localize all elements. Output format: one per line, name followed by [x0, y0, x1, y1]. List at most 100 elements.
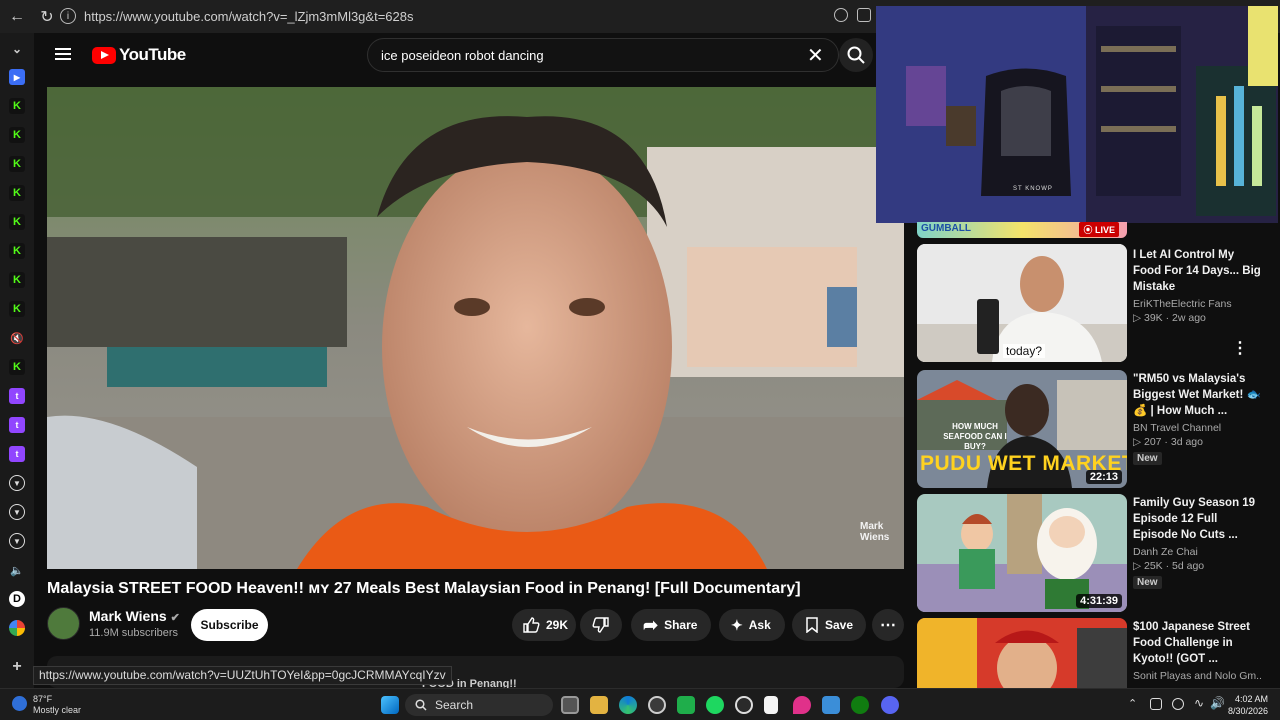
- weather-icon: [12, 696, 27, 711]
- live-video-strip[interactable]: GUMBALL ⦿ LIVE: [917, 222, 1127, 238]
- recommendation-thumbnail[interactable]: today?: [917, 244, 1127, 362]
- tray-app-icon[interactable]: [1172, 698, 1184, 710]
- thumbs-down-icon: [592, 617, 609, 633]
- sheets-icon[interactable]: [677, 696, 695, 714]
- kick-icon[interactable]: K: [9, 301, 25, 317]
- channel-avatar[interactable]: [47, 607, 80, 640]
- photos-icon[interactable]: [822, 696, 840, 714]
- tab-circle-icon[interactable]: ▼: [9, 475, 25, 491]
- address-bar[interactable]: i https://www.youtube.com/watch?v=_lZjm3…: [60, 5, 840, 27]
- thumbnail-subtitle: HOW MUCH SEAFOOD CAN I BUY?: [943, 422, 1007, 451]
- spotify-icon[interactable]: [706, 696, 724, 714]
- chair-text: ST KNOWP: [1013, 186, 1053, 192]
- video-duration: 22:13: [1085, 470, 1122, 484]
- recommendation-channel: Sonit Playas and Nolo Gm...: [1133, 670, 1261, 682]
- muted-speaker-icon[interactable]: 🔇: [9, 330, 25, 346]
- tab-circle-icon[interactable]: ▼: [9, 504, 25, 520]
- tray-chevron-icon[interactable]: ⌃: [1128, 697, 1137, 710]
- recommendation-title: Family Guy Season 19 Episode 12 Full Epi…: [1133, 497, 1256, 541]
- clear-search-icon[interactable]: ✕: [807, 43, 824, 68]
- channel-name-text: Mark Wiens: [89, 608, 167, 624]
- google-icon[interactable]: [9, 620, 25, 636]
- search-button[interactable]: [839, 38, 873, 72]
- task-view-icon[interactable]: [561, 696, 579, 714]
- system-clock[interactable]: 4:02 AM 8/30/2026: [1228, 693, 1268, 717]
- settings-icon[interactable]: [735, 696, 753, 714]
- recommendation-thumbnail[interactable]: [917, 618, 1127, 688]
- ask-button[interactable]: ✦ Ask: [719, 609, 785, 641]
- address-bar-url: https://www.youtube.com/watch?v=_lZjm3mM…: [84, 8, 414, 24]
- kick-icon[interactable]: K: [9, 359, 25, 375]
- chevron-down-icon[interactable]: ⌄: [9, 41, 25, 57]
- dislike-button[interactable]: [580, 609, 622, 641]
- youtube-logo-text: YouTube: [119, 45, 186, 64]
- tray-app-icon[interactable]: [1150, 698, 1162, 710]
- volume-icon[interactable]: 🔊: [1210, 696, 1225, 710]
- notification-bell-icon[interactable]: [834, 8, 848, 22]
- windows-start-icon[interactable]: [381, 696, 399, 714]
- save-button[interactable]: Save: [792, 609, 866, 641]
- taskbar-search[interactable]: Search: [405, 694, 553, 716]
- kick-icon[interactable]: K: [9, 156, 25, 172]
- search-input[interactable]: ice poseideon robot dancing: [367, 38, 839, 72]
- recommendation-channel: Danh Ze Chai: [1133, 546, 1198, 558]
- kick-icon[interactable]: K: [9, 127, 25, 143]
- chatgpt-icon[interactable]: [648, 696, 666, 714]
- share-icon: ➦: [643, 614, 659, 635]
- recommendation-info[interactable]: Family Guy Season 19 Episode 12 Full Epi…: [1133, 495, 1261, 590]
- file-explorer-icon[interactable]: [590, 696, 608, 714]
- add-tab-icon[interactable]: +: [9, 658, 25, 675]
- extensions-icon[interactable]: [857, 8, 871, 22]
- back-arrow-icon[interactable]: ←: [4, 4, 30, 30]
- recommendation-channel: EriKTheElectric Fans: [1133, 298, 1232, 310]
- like-count: 29K: [546, 618, 569, 632]
- kick-icon[interactable]: K: [9, 185, 25, 201]
- twitch-icon[interactable]: t: [9, 417, 25, 433]
- site-info-icon[interactable]: i: [60, 8, 76, 24]
- recommendation-thumbnail[interactable]: 4:31:39: [917, 494, 1127, 612]
- youtube-logo[interactable]: YouTube: [92, 45, 186, 65]
- sidebar-active-tab-icon[interactable]: ▶: [9, 69, 25, 85]
- gumball-logo-text: GUMBALL: [921, 223, 971, 234]
- edge-icon[interactable]: [619, 696, 637, 714]
- recommendation-info[interactable]: "RM50 vs Malaysia's Biggest Wet Market! …: [1133, 371, 1261, 466]
- kick-icon[interactable]: K: [9, 243, 25, 259]
- more-options-icon[interactable]: ⋮: [1232, 338, 1248, 358]
- document-icon[interactable]: [764, 696, 778, 714]
- maps-pin-icon[interactable]: [793, 696, 811, 714]
- twitch-icon[interactable]: t: [9, 446, 25, 462]
- search-icon: [415, 699, 427, 711]
- xbox-icon[interactable]: [851, 696, 869, 714]
- weather-temp: 87°F: [33, 694, 53, 704]
- share-button[interactable]: ➦ Share: [631, 609, 711, 641]
- live-badge: ⦿ LIVE: [1079, 222, 1119, 237]
- kick-icon[interactable]: K: [9, 214, 25, 230]
- menu-icon[interactable]: [55, 48, 71, 60]
- more-actions-icon[interactable]: ⋯: [872, 609, 904, 641]
- like-button[interactable]: 29K: [512, 609, 576, 641]
- tab-circle-icon[interactable]: ▼: [9, 533, 25, 549]
- thumbnail-image: [917, 618, 1127, 688]
- kick-icon[interactable]: K: [9, 98, 25, 114]
- clock-date: 8/30/2026: [1227, 706, 1268, 716]
- browser-sidebar: ⌄ ▶ K K K K K K K K 🔇 K t t t ▼ ▼ ▼ 🔈 D …: [0, 33, 34, 688]
- recommendation-title: "RM50 vs Malaysia's Biggest Wet Market! …: [1133, 373, 1261, 417]
- channel-name[interactable]: Mark Wiens ✔: [89, 608, 180, 624]
- recommendation-title: $100 Japanese Street Food Challenge in K…: [1133, 621, 1250, 665]
- kick-icon[interactable]: K: [9, 272, 25, 288]
- video-duration: 4:31:39: [1076, 594, 1122, 608]
- recommendation-info[interactable]: $100 Japanese Street Food Challenge in K…: [1133, 619, 1261, 682]
- share-label: Share: [664, 618, 698, 632]
- speaker-icon[interactable]: 🔈: [9, 562, 25, 578]
- recommendation-info[interactable]: I Let AI Control My Food For 14 Days... …: [1133, 247, 1261, 324]
- d-app-icon[interactable]: D: [9, 591, 25, 607]
- weather-widget[interactable]: 87°F Mostly clear: [12, 694, 81, 716]
- link-hover-url: https://www.youtube.com/watch?v=UUZtUhTO…: [33, 666, 452, 685]
- subscribe-button[interactable]: Subscribe: [191, 609, 268, 641]
- wifi-icon[interactable]: ∿: [1194, 696, 1204, 710]
- video-player[interactable]: Mark Wiens: [47, 87, 904, 569]
- twitch-icon[interactable]: t: [9, 388, 25, 404]
- reload-icon[interactable]: ↻: [34, 4, 60, 30]
- recommendation-thumbnail[interactable]: HOW MUCH SEAFOOD CAN I BUY? PUDU WET MAR…: [917, 370, 1127, 488]
- discord-icon[interactable]: [881, 696, 899, 714]
